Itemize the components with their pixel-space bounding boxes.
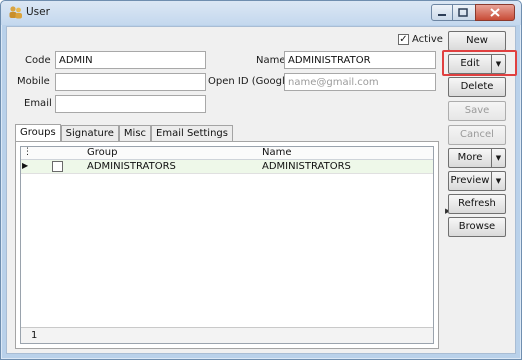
close-button[interactable] <box>475 4 515 21</box>
more-dropdown-arrow-icon[interactable]: ▼ <box>492 148 506 168</box>
column-header-group[interactable]: Group <box>87 147 117 158</box>
code-field[interactable] <box>55 51 206 69</box>
openid-field[interactable] <box>284 73 436 91</box>
tab-email-settings[interactable]: Email Settings <box>151 125 233 141</box>
title-bar[interactable]: User <box>1 1 521 25</box>
groups-tab-panel: ⋮ Group Name ▶ ADMINISTRATORS ADMINISTRA… <box>15 141 439 349</box>
mobile-field[interactable] <box>55 73 206 91</box>
row-name-cell: ADMINISTRATORS <box>262 161 351 172</box>
name-field[interactable] <box>284 51 436 69</box>
name-label: Name <box>256 55 286 66</box>
new-button[interactable]: New <box>448 31 506 51</box>
email-label: Email <box>24 98 52 109</box>
browse-button[interactable]: Browse <box>448 217 506 237</box>
user-window: User ✓ Active Code Nam <box>0 0 522 360</box>
row-count: 1 <box>31 330 38 341</box>
grid-header: ⋮ Group Name <box>21 147 433 160</box>
save-button[interactable]: Save <box>448 101 506 121</box>
maximize-icon <box>458 8 468 17</box>
edit-dropdown-arrow-icon[interactable]: ▼ <box>492 54 506 74</box>
refresh-button[interactable]: Refresh <box>448 194 506 214</box>
preview-dropdown-arrow-icon[interactable]: ▼ <box>492 171 506 191</box>
tab-strip: Groups Signature Misc Email Settings <box>15 124 233 141</box>
close-icon <box>490 8 500 17</box>
user-group-icon <box>9 6 22 19</box>
tab-signature[interactable]: Signature <box>60 125 119 141</box>
row-group-cell: ADMINISTRATORS <box>87 161 176 172</box>
table-row[interactable]: ▶ ADMINISTRATORS ADMINISTRATORS <box>21 160 433 174</box>
cancel-button[interactable]: Cancel <box>448 125 506 145</box>
delete-button[interactable]: Delete <box>448 77 506 97</box>
row-checkbox[interactable] <box>52 161 63 172</box>
column-chooser-icon[interactable]: ⋮ <box>23 147 32 157</box>
mobile-label: Mobile <box>17 76 50 87</box>
preview-button[interactable]: Preview <box>448 171 492 191</box>
column-header-name[interactable]: Name <box>262 147 292 158</box>
groups-grid[interactable]: ⋮ Group Name ▶ ADMINISTRATORS ADMINISTRA… <box>20 146 434 344</box>
edit-button[interactable]: Edit <box>448 54 492 74</box>
maximize-button[interactable] <box>453 4 475 21</box>
form-client-area: ✓ Active Code Name Mobile Open ID (Googl… <box>6 26 516 354</box>
minimize-button[interactable] <box>431 4 453 21</box>
row-indicator-icon: ▶ <box>22 161 29 170</box>
tab-misc[interactable]: Misc <box>118 125 152 141</box>
openid-label: Open ID (Google) <box>208 76 295 87</box>
active-label: Active <box>412 34 443 45</box>
minimize-icon <box>438 14 446 16</box>
email-field[interactable] <box>55 95 206 113</box>
window-title: User <box>26 6 50 18</box>
more-button[interactable]: More <box>448 148 492 168</box>
code-label: Code <box>25 55 51 66</box>
tab-groups[interactable]: Groups <box>15 124 61 141</box>
grid-footer: 1 <box>21 327 433 343</box>
active-checkbox[interactable]: ✓ <box>398 34 409 45</box>
